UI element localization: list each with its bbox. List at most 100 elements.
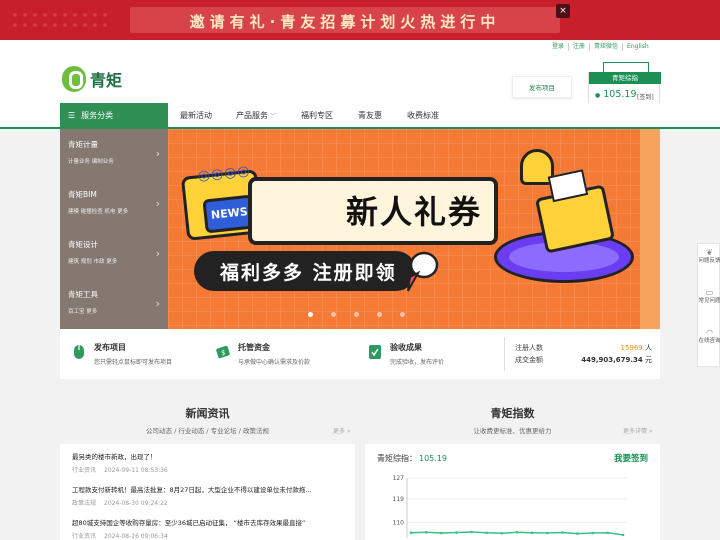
sidebar-item-metering[interactable]: 青矩计量 计量业务 编制业务 › xyxy=(60,129,168,179)
data-point xyxy=(545,531,549,535)
login-link[interactable]: 登录 xyxy=(548,43,570,51)
index-panel-value: 105.19 xyxy=(419,454,447,463)
publish-project-button[interactable]: 发布项目 xyxy=(512,76,572,98)
promo-decoration xyxy=(10,10,110,30)
step-title: 验收成果 xyxy=(390,343,422,352)
list-item[interactable]: 最另类的楼市新政，出现了！ 行业资讯 2024-09-11 08:53:36 xyxy=(72,451,348,474)
news-title[interactable]: 最另类的楼市新政，出现了！ xyxy=(72,451,348,461)
promo-banner[interactable]: 邀请有礼·青友招募计划火热进行中 × xyxy=(0,0,720,40)
carousel-dot[interactable] xyxy=(331,312,336,317)
leaf-icon: ❦ xyxy=(706,248,713,257)
sidebar-item-sub: 计量业务 编制业务 xyxy=(68,159,114,165)
list-item[interactable]: 工程款支付新转机！最高法批复：8月27日起，大型企业不得以建设单位未付款拖...… xyxy=(72,484,348,507)
sidebar-item-sub: 建模 碰撞检查 机电 更多 xyxy=(68,209,129,215)
nav-item-latest[interactable]: 最新活动 xyxy=(180,103,212,129)
platform-stats: 注册人数 15969 人 成交金额 449,903,679.34 元 xyxy=(504,337,656,371)
index-section-title: 青矩指数 xyxy=(490,407,535,420)
category-sidebar: 青矩计量 计量业务 编制业务 › 青矩BIM 建模 碰撞检查 机电 更多 › 青… xyxy=(60,129,168,329)
sidebar-item-design[interactable]: 青矩设计 建筑 规划 市政 更多 › xyxy=(60,229,168,279)
headset-icon: ◠ xyxy=(706,328,713,337)
step-title: 发布项目 xyxy=(94,343,126,352)
nav-item-pricing[interactable]: 收费标准 xyxy=(407,103,439,129)
users-stat: 15969 人 xyxy=(620,343,652,353)
consult-tool[interactable]: ◠ 在线咨询 xyxy=(698,328,720,345)
news-meta: 行业资讯 2024-08-26 09:06:34 xyxy=(72,531,348,540)
register-link[interactable]: 注册 xyxy=(569,43,591,51)
carousel-dots[interactable] xyxy=(308,312,405,317)
news-title[interactable]: 超80城支持国企等收购存量房：至少36城已启动征集， “楼市去库存效果最直接” xyxy=(72,517,348,527)
amount-stat: 449,903,679.34 元 xyxy=(581,355,652,365)
amount-label: 成交金额 xyxy=(515,356,543,364)
news-section-subtitle: 公司动态 / 行业动态 / 专业论坛 / 政策法规 xyxy=(146,427,269,435)
sign-in-link[interactable]: [签到] xyxy=(637,92,654,101)
news-title[interactable]: 工程款支付新转机！最高法批复：8月27日起，大型企业不得以建设单位未付款拖... xyxy=(72,484,348,494)
service-category-menu[interactable]: ☰ 服务分类 xyxy=(60,103,168,129)
nav-item-welfare[interactable]: 福利专区 xyxy=(301,103,333,129)
data-point xyxy=(530,531,534,535)
users-label: 注册人数 xyxy=(515,344,543,352)
feedback-label: 问题反馈 xyxy=(698,258,720,264)
news-date: 2024-08-30 09:24:22 xyxy=(104,500,168,507)
news-category: 政策法规 xyxy=(72,500,97,507)
hero-banner[interactable]: ◎◎◎◎ NEWS 新人礼券 福利多多 注册即领 xyxy=(168,129,660,329)
index-section-subtitle: 让收费更标准、优惠更给力 xyxy=(473,427,552,435)
data-point xyxy=(439,531,443,535)
data-point xyxy=(515,530,519,534)
chat-icon: ▭ xyxy=(705,288,714,297)
feedback-tool[interactable]: ❦ 问题反馈 xyxy=(698,248,720,265)
news-date: 2024-09-11 08:53:36 xyxy=(104,467,168,474)
y-tick-label: 110 xyxy=(393,519,405,526)
sidebar-item-sub: 百工宝 更多 xyxy=(68,309,98,315)
sign-in-button[interactable]: 我要签到 xyxy=(614,452,648,464)
news-meta: 政策法规 2024-08-30 09:24:22 xyxy=(72,498,348,507)
data-point xyxy=(485,531,489,535)
svg-text:$: $ xyxy=(221,349,225,357)
wechat-link[interactable]: 青矩微信 xyxy=(590,43,624,51)
sidebar-item-tools[interactable]: 青矩工具 百工宝 更多 › xyxy=(60,279,168,329)
step-desc: 与承做中心确认需求及价款 xyxy=(238,359,311,366)
data-point xyxy=(591,531,595,535)
news-category: 行业资讯 xyxy=(72,467,97,474)
amount-value: 449,903,679.34 xyxy=(581,356,643,364)
promo-text: 邀请有礼·青友招募计划火热进行中 xyxy=(189,13,501,31)
index-label: 青矩综指： xyxy=(377,454,417,463)
sidebar-item-bim[interactable]: 青矩BIM 建模 碰撞检查 机电 更多 › xyxy=(60,179,168,229)
data-point xyxy=(470,530,473,534)
nav-item-products[interactable]: 产品服务 ﹀ xyxy=(236,103,276,129)
data-point xyxy=(621,533,625,537)
data-point xyxy=(561,531,564,534)
y-tick-label: 127 xyxy=(393,475,405,482)
hero-edge xyxy=(640,129,660,329)
news-more-link[interactable]: 更多 » xyxy=(333,426,351,435)
chevron-right-icon: › xyxy=(155,147,160,160)
carousel-dot[interactable] xyxy=(400,312,405,317)
faq-label: 常见问题 xyxy=(698,298,720,304)
list-item[interactable]: 超80城支持国企等收购存量房：至少36城已启动征集， “楼市去库存效果最直接” … xyxy=(72,517,348,540)
chevron-down-icon: ﹀ xyxy=(270,113,277,120)
nav-item-friends[interactable]: 青友惠 xyxy=(358,103,382,129)
y-tick-label: 119 xyxy=(393,496,405,503)
index-panel: 青矩综指： 105.19 我要签到 127 119 110 xyxy=(365,444,660,540)
hero-subtitle: 福利多多 注册即领 xyxy=(220,262,397,284)
promo-close-button[interactable]: × xyxy=(556,4,570,18)
sidebar-item-title: 青矩设计 xyxy=(68,240,98,249)
promo-strip[interactable]: 邀请有礼·青友招募计划火热进行中 xyxy=(130,7,560,33)
carousel-dot[interactable] xyxy=(308,312,313,317)
index-chart: 127 119 110 xyxy=(393,475,627,538)
english-link[interactable]: English xyxy=(623,43,653,51)
index-more-link[interactable]: 更多详情 » xyxy=(623,426,653,435)
index-label-row: 青矩综指： 105.19 xyxy=(377,453,447,464)
floating-toolbar: ❦ 问题反馈 ▭ 常见问题 ◠ 在线咨询 xyxy=(697,243,720,367)
data-point xyxy=(424,530,428,534)
step-desc: 完成验收，发布评价 xyxy=(390,359,445,366)
index-value: 105.19 xyxy=(595,89,636,100)
faq-tool[interactable]: ▭ 常见问题 xyxy=(698,288,720,305)
news-tag-text: NEWS xyxy=(210,205,249,222)
index-widget[interactable]: 青矩综指 105.19 [签到] xyxy=(588,62,661,106)
carousel-dot[interactable] xyxy=(354,312,359,317)
money-icon: $ xyxy=(216,345,230,359)
logo[interactable]: 青矩 xyxy=(62,66,122,92)
news-section-title: 新闻资讯 xyxy=(185,407,230,420)
news-list: 最另类的楼市新政，出现了！ 行业资讯 2024-09-11 08:53:36 工程… xyxy=(60,444,355,540)
carousel-dot[interactable] xyxy=(377,312,382,317)
